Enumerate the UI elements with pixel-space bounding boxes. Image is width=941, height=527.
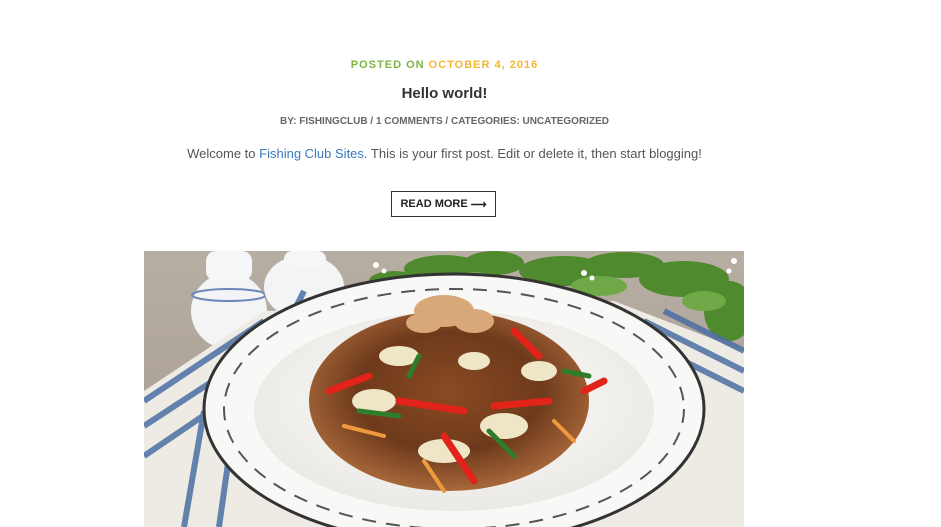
excerpt-text-before: Welcome to [187, 146, 260, 161]
post-date-link[interactable]: OCTOBER 4, 2016 [429, 59, 539, 71]
food-photo [144, 251, 744, 527]
featured-image[interactable] [144, 251, 744, 527]
posted-on-label: POSTED ON [350, 59, 425, 71]
arrow-right-icon: ⟶ [470, 198, 487, 211]
post-title[interactable]: Hello world! [0, 85, 889, 102]
comments-link[interactable]: 1 COMMENTS [376, 116, 443, 127]
post-meta: BY: FISHINGCLUB / 1 COMMENTS / CATEGORIE… [0, 116, 889, 127]
category-link[interactable]: UNCATEGORIZED [522, 116, 608, 127]
post-excerpt: Welcome to Fishing Club Sites. This is y… [0, 146, 889, 161]
blog-post: POSTED ON OCTOBER 4, 2016 Hello world! B… [0, 0, 941, 527]
read-more-button[interactable]: READ MORE ⟶ [391, 191, 496, 217]
categories-label: CATEGORIES: [450, 116, 520, 127]
site-link[interactable]: Fishing Club Sites [259, 146, 364, 161]
meta-separator: / [445, 116, 449, 127]
excerpt-text-after: . This is your first post. Edit or delet… [363, 146, 702, 161]
author-link[interactable]: FISHINGCLUB [299, 116, 367, 127]
meta-by-label: BY: [280, 116, 297, 127]
post-date-line: POSTED ON OCTOBER 4, 2016 [0, 59, 889, 71]
read-more-label: READ MORE [400, 198, 468, 210]
meta-separator: / [370, 116, 374, 127]
